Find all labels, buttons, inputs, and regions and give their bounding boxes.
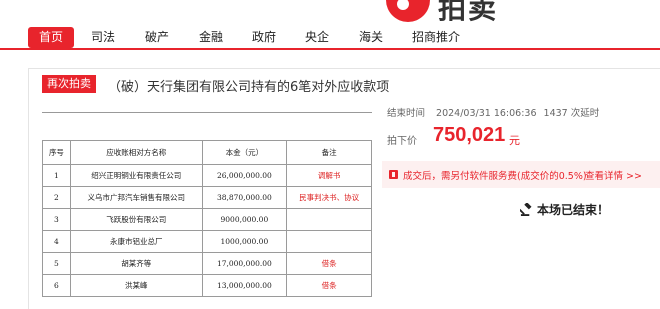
cell-counterparty: 绍兴正明铜业有限责任公司 [69,164,203,187]
cell-index: 3 [42,208,71,231]
table-row: 4 永康市铝业总厂 1000,000.00 [42,230,372,253]
final-price: 750,021 [433,124,506,146]
receivables-document-image[interactable]: 序号 应收账相对方名称 本金（元） 备注 1 绍兴正明铜业有限责任公司 26,0… [42,112,372,309]
table-row: 6 洪某峰 13,000,000.00 借条 [42,274,372,297]
delay-label: 次延时 [570,108,600,119]
cell-remark: 调解书 [286,164,372,187]
cell-counterparty: 永康市铝业总厂 [69,230,203,253]
cell-remark [286,230,372,253]
table-row: 3 飞跃股份有限公司 9000,000.00 [42,208,372,231]
cell-principal: 13,000,000.00 [201,274,288,297]
service-fee-notice: 成交后，需另付软件服务费(成交价的0.5%) 查看详情 >> [382,161,660,188]
cell-counterparty: 洪某峰 [69,274,203,297]
cell-counterparty: 义乌市广邦汽车销售有限公司 [69,186,203,209]
cell-remark [286,208,372,231]
price-label: 拍下价 [387,136,417,147]
nav-item-central-enterprise[interactable]: 央企 [300,27,334,48]
cell-remark: 借条 [286,252,372,275]
cell-index: 2 [42,186,71,209]
cell-counterparty: 胡某齐等 [69,252,203,275]
nav-item-customs[interactable]: 海关 [354,27,388,48]
main-nav: 首页 司法 破产 金融 政府 央企 海关 招商推介 [0,24,660,50]
logo-icon[interactable] [386,0,430,22]
cell-remark: 借条 [286,274,372,297]
cell-index: 1 [42,164,71,187]
nav-item-home[interactable]: 首页 [28,27,74,48]
nav-item-bankruptcy[interactable]: 破产 [140,27,174,48]
receivables-table: 序号 应收账相对方名称 本金（元） 备注 1 绍兴正明铜业有限责任公司 26,0… [42,140,372,297]
gavel-icon [520,203,532,216]
cell-index: 6 [42,274,71,297]
table-row: 1 绍兴正明铜业有限责任公司 26,000,000.00 调解书 [42,164,372,187]
notice-icon [389,170,398,179]
header-index: 序号 [42,140,71,165]
end-time-value: 2024/03/31 16:06:36 [436,108,537,119]
nav-item-investment[interactable]: 招商推介 [409,27,463,48]
end-time-row: 结束时间 2024/03/31 16:06:36 1437 次延时 [387,105,599,119]
nav-item-finance[interactable]: 金融 [194,27,228,48]
nav-item-government[interactable]: 政府 [247,27,281,48]
cell-counterparty: 飞跃股份有限公司 [69,208,203,231]
header-principal: 本金（元） [201,140,288,165]
view-details-link[interactable]: 查看详情 >> [585,168,642,182]
cell-principal: 1000,000.00 [201,230,288,253]
cell-principal: 9000,000.00 [201,208,288,231]
auction-ended-status: 本场已结束！ [537,203,610,217]
delay-count: 1437 [543,108,568,119]
table-row: 5 胡某齐等 17,000,000.00 借条 [42,252,372,275]
header-counterparty: 应收账相对方名称 [69,140,203,165]
header-remark: 备注 [286,140,372,165]
end-time-label: 结束时间 [387,108,426,119]
auction-title: （破）天行集团有限公司持有的6笔对外应收款项 [108,80,390,95]
header-logo-area: 拍卖 [0,0,660,25]
cell-index: 4 [42,230,71,253]
cell-principal: 38,870,000.00 [201,186,288,209]
nav-item-judicial[interactable]: 司法 [86,27,120,48]
logo-text[interactable]: 拍卖 [438,0,498,27]
cell-principal: 17,000,000.00 [201,252,288,275]
reauction-badge: 再次拍卖 [42,75,96,93]
table-header-row: 序号 应收账相对方名称 本金（元） 备注 [42,140,372,165]
cell-principal: 26,000,000.00 [201,164,288,187]
table-row: 2 义乌市广邦汽车销售有限公司 38,870,000.00 民事判决书、协议 [42,186,372,209]
notice-text: 成交后，需另付软件服务费(成交价的0.5%) [403,171,587,182]
cell-remark: 民事判决书、协议 [286,186,372,209]
price-unit: 元 [509,134,520,147]
cell-index: 5 [42,252,71,275]
